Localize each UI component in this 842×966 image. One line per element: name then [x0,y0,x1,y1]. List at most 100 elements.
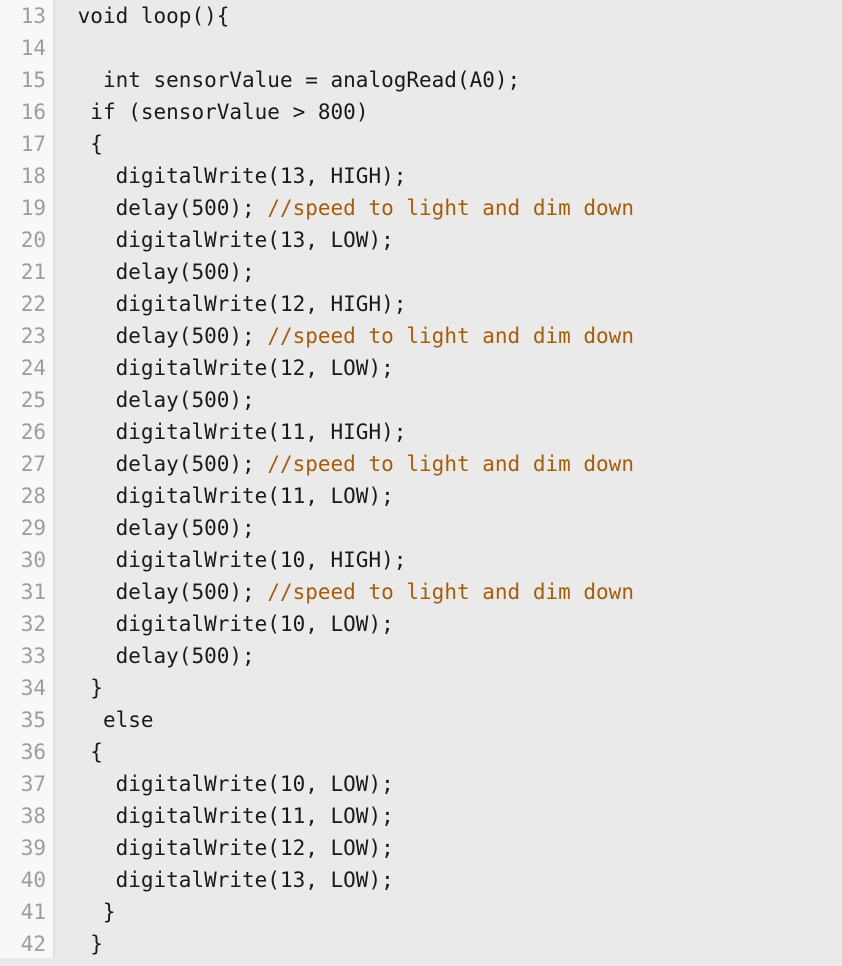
line-number: 13 [20,4,46,28]
code-token-number: 500 [191,516,230,540]
code-line[interactable]: digitalWrite(12, LOW); [65,352,842,384]
code-line[interactable]: delay(500); //speed to light and dim dow… [65,192,842,224]
line-number: 15 [20,68,46,92]
line-number: 38 [20,804,46,828]
code-token-plain: loop(){ [128,4,230,28]
code-token-number: 11 [279,804,306,828]
code-token-number: 500 [191,260,230,284]
code-token-plain: , LOW); [305,804,394,828]
code-token-plain: delay( [65,388,192,412]
code-token-plain: delay( [65,644,192,668]
code-text-area[interactable]: void loop(){ int sensorValue = analogRea… [55,0,842,958]
code-line[interactable]: digitalWrite(13, LOW); [65,224,842,256]
line-number: 21 [20,260,46,284]
code-token-plain: , LOW); [305,612,394,636]
code-token-number: 10 [279,612,306,636]
line-number: 18 [20,164,46,188]
code-token-plain: ); [229,388,255,412]
line-number: 36 [20,740,46,764]
code-line[interactable]: if (sensorValue > 800) [65,96,842,128]
code-line[interactable]: delay(500); [65,256,842,288]
code-token-number: 500 [191,452,230,476]
code-token-plain: digitalWrite( [65,164,280,188]
line-number: 35 [20,708,46,732]
line-number: 24 [20,356,46,380]
code-editor[interactable]: 13 14 15 16 17 18 19 20 21 22 23 24 25 26 27 28 29 30 31 32… [0,0,842,958]
code-token-plain: digitalWrite( [65,356,280,380]
code-line[interactable]: digitalWrite(11, HIGH); [65,416,842,448]
code-line[interactable]: digitalWrite(13, HIGH); [65,160,842,192]
code-token-number: 12 [279,356,306,380]
code-line[interactable]: delay(500); //speed to light and dim dow… [65,320,842,352]
code-token-plain: ); [229,196,268,220]
code-token-number: 800 [317,100,356,124]
code-line[interactable]: delay(500); [65,384,842,416]
code-token-comment: //speed to light and dim down [267,580,634,604]
code-line[interactable]: delay(500); [65,640,842,672]
line-number: 26 [20,420,46,444]
code-token-plain: sensorValue = analogRead(A0); [140,68,521,92]
code-token-plain: ); [229,580,268,604]
code-token-plain: , LOW); [305,356,394,380]
code-line[interactable]: digitalWrite(12, LOW); [65,832,842,864]
line-number: 28 [20,484,46,508]
code-token-plain: , LOW); [305,836,394,860]
code-token-number: 12 [279,836,306,860]
code-line[interactable]: digitalWrite(12, HIGH); [65,288,842,320]
code-token-plain: , LOW); [305,228,394,252]
code-token-plain: delay( [65,324,192,348]
code-line[interactable]: void loop(){ [65,0,842,32]
line-number: 41 [20,900,46,924]
line-number: 37 [20,772,46,796]
code-line[interactable]: digitalWrite(11, LOW); [65,800,842,832]
code-token-plain: , HIGH); [305,292,407,316]
code-token-comment: //speed to light and dim down [267,452,634,476]
code-token-number: 500 [191,388,230,412]
code-line[interactable]: else [65,704,842,736]
code-token-number: 11 [279,420,306,444]
line-number: 29 [20,516,46,540]
code-line[interactable]: { [65,128,842,160]
code-token-plain: ); [229,452,268,476]
code-line[interactable]: digitalWrite(10, LOW); [65,768,842,800]
code-token-plain: ); [229,324,268,348]
code-token-number: 500 [191,644,230,668]
code-line[interactable]: } [65,896,842,928]
line-number: 39 [20,836,46,860]
code-token-plain: , LOW); [305,868,394,892]
code-line[interactable]: delay(500); //speed to light and dim dow… [65,576,842,608]
code-line[interactable]: digitalWrite(13, LOW); [65,864,842,896]
code-token-number: 10 [279,548,306,572]
code-token-number: 13 [279,228,306,252]
code-line[interactable]: { [65,736,842,768]
code-token-plain: digitalWrite( [65,548,280,572]
code-token-number: 13 [279,164,306,188]
line-number: 31 [20,580,46,604]
code-token-plain: digitalWrite( [65,868,280,892]
code-line[interactable]: delay(500); [65,512,842,544]
code-token-plain: delay( [65,260,192,284]
code-token-plain: digitalWrite( [65,292,280,316]
code-line[interactable]: delay(500); //speed to light and dim dow… [65,448,842,480]
line-number: 33 [20,644,46,668]
code-token-number: 500 [191,196,230,220]
code-line[interactable]: digitalWrite(10, HIGH); [65,544,842,576]
code-token-plain: , HIGH); [305,164,407,188]
code-line[interactable] [65,32,842,64]
code-line[interactable]: digitalWrite(11, LOW); [65,480,842,512]
code-line[interactable]: int sensorValue = analogRead(A0); [65,64,842,96]
code-token-plain: ) [355,100,369,124]
code-line[interactable]: } [65,672,842,704]
code-token-plain: , HIGH); [305,548,407,572]
code-line[interactable]: digitalWrite(10, LOW); [65,608,842,640]
code-token-plain: digitalWrite( [65,484,280,508]
code-token-number: 10 [279,772,306,796]
code-token-plain: delay( [65,580,192,604]
code-token-number: 13 [279,868,306,892]
code-line[interactable]: } [65,928,842,958]
code-token-plain: delay( [65,196,192,220]
line-number: 14 [20,36,46,60]
